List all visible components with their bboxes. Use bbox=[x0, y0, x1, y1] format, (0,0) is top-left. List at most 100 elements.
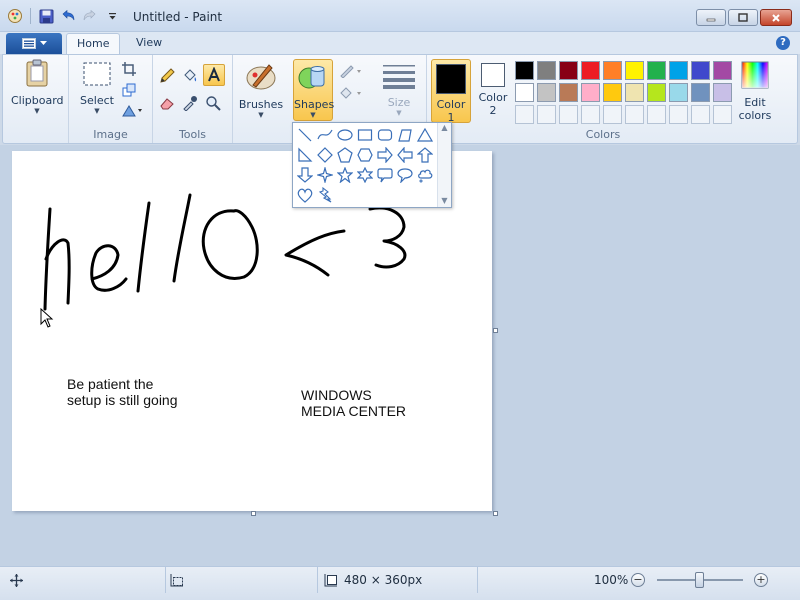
scroll-up-icon[interactable]: ▲ bbox=[438, 123, 451, 132]
color-swatch[interactable] bbox=[647, 105, 666, 124]
shapes-scrollbar[interactable]: ▲ ▼ bbox=[437, 123, 451, 207]
color-swatch[interactable] bbox=[581, 83, 600, 102]
undo-icon[interactable] bbox=[59, 7, 77, 25]
color-swatch[interactable] bbox=[647, 61, 666, 80]
cloud-callout-shape-icon[interactable] bbox=[415, 165, 435, 185]
close-button[interactable] bbox=[760, 9, 792, 26]
color-swatch[interactable] bbox=[537, 61, 556, 80]
edit-colors-line1: Edit bbox=[744, 96, 766, 109]
color-swatch[interactable] bbox=[581, 61, 600, 80]
chevron-down-icon: ▼ bbox=[396, 109, 402, 117]
six-point-star-shape-icon[interactable] bbox=[355, 165, 375, 185]
fill-bucket-icon[interactable] bbox=[180, 66, 200, 86]
tab-home[interactable]: Home bbox=[66, 33, 121, 55]
magnifier-icon[interactable] bbox=[203, 93, 223, 113]
color-swatch[interactable] bbox=[647, 83, 666, 102]
color-swatch[interactable] bbox=[515, 61, 534, 80]
outline-icon[interactable] bbox=[337, 61, 365, 81]
zoom-out-button[interactable]: − bbox=[631, 573, 645, 587]
text-tool-icon[interactable] bbox=[203, 64, 225, 86]
crop-icon[interactable] bbox=[119, 59, 139, 79]
heart-shape-icon[interactable] bbox=[295, 185, 315, 205]
select-button[interactable]: Select ▼ bbox=[75, 61, 119, 115]
color-swatch[interactable] bbox=[625, 83, 644, 102]
color-swatch[interactable] bbox=[669, 105, 688, 124]
rounded-callout-shape-icon[interactable] bbox=[375, 165, 395, 185]
down-arrow-shape-icon[interactable] bbox=[295, 165, 315, 185]
color-swatch[interactable] bbox=[603, 105, 622, 124]
help-icon[interactable]: ? bbox=[776, 36, 790, 50]
color-swatch[interactable] bbox=[515, 83, 534, 102]
select-label: Select bbox=[80, 94, 114, 107]
line-shape-icon[interactable] bbox=[295, 125, 315, 145]
paint-app-icon[interactable] bbox=[6, 7, 24, 25]
zoom-slider-thumb[interactable] bbox=[695, 572, 704, 588]
color1-button[interactable]: Color 1 bbox=[431, 59, 471, 124]
redo-icon[interactable] bbox=[81, 7, 99, 25]
canvas-workspace: Be patient the setup is still going WIND… bbox=[0, 145, 800, 566]
resize-handle-corner[interactable] bbox=[493, 511, 498, 516]
color-swatch[interactable] bbox=[559, 61, 578, 80]
five-point-star-shape-icon[interactable] bbox=[335, 165, 355, 185]
color-swatch[interactable] bbox=[713, 61, 732, 80]
brushes-button[interactable]: Brushes ▼ bbox=[235, 61, 287, 119]
right-triangle-shape-icon[interactable] bbox=[295, 145, 315, 165]
pentagon-shape-icon[interactable] bbox=[335, 145, 355, 165]
rectangle-shape-icon[interactable] bbox=[355, 125, 375, 145]
color-swatch[interactable] bbox=[691, 61, 710, 80]
color-swatch[interactable] bbox=[713, 83, 732, 102]
minimize-button[interactable] bbox=[696, 9, 726, 26]
up-arrow-shape-icon[interactable] bbox=[415, 145, 435, 165]
color-swatch[interactable] bbox=[559, 105, 578, 124]
lightning-shape-icon[interactable] bbox=[315, 185, 335, 205]
right-arrow-shape-icon[interactable] bbox=[375, 145, 395, 165]
four-point-star-shape-icon[interactable] bbox=[315, 165, 335, 185]
diamond-shape-icon[interactable] bbox=[315, 145, 335, 165]
color-swatch[interactable] bbox=[559, 83, 578, 102]
pencil-icon[interactable] bbox=[157, 66, 177, 86]
save-icon[interactable] bbox=[37, 7, 55, 25]
select-rectangle-icon bbox=[83, 62, 111, 86]
maximize-button[interactable] bbox=[728, 9, 758, 26]
color-swatch[interactable] bbox=[603, 61, 622, 80]
color-swatch[interactable] bbox=[581, 105, 600, 124]
left-arrow-shape-icon[interactable] bbox=[395, 145, 415, 165]
rounded-rectangle-shape-icon[interactable] bbox=[375, 125, 395, 145]
oval-shape-icon[interactable] bbox=[335, 125, 355, 145]
tab-view[interactable]: View bbox=[126, 33, 172, 55]
curve-shape-icon[interactable] bbox=[315, 125, 335, 145]
rotate-icon[interactable] bbox=[119, 101, 145, 121]
cursor-position-segment bbox=[0, 567, 166, 593]
resize-handle-bottom[interactable] bbox=[251, 511, 256, 516]
polygon-shape-icon[interactable] bbox=[395, 125, 415, 145]
scroll-down-icon[interactable]: ▼ bbox=[438, 196, 451, 205]
color-swatch[interactable] bbox=[537, 105, 556, 124]
clipboard-button[interactable]: Clipboard ▼ bbox=[11, 59, 64, 115]
color-swatch[interactable] bbox=[713, 105, 732, 124]
color-swatch[interactable] bbox=[691, 83, 710, 102]
color-swatch[interactable] bbox=[537, 83, 556, 102]
paint-menu-button[interactable] bbox=[6, 33, 62, 54]
hexagon-shape-icon[interactable] bbox=[355, 145, 375, 165]
oval-callout-shape-icon[interactable] bbox=[395, 165, 415, 185]
fill-icon[interactable] bbox=[337, 83, 365, 103]
color-swatch[interactable] bbox=[625, 105, 644, 124]
customize-qat-icon[interactable] bbox=[103, 7, 121, 25]
color-swatch[interactable] bbox=[625, 61, 644, 80]
color-picker-icon[interactable] bbox=[180, 93, 200, 113]
eraser-icon[interactable] bbox=[157, 93, 177, 113]
color-swatch[interactable] bbox=[691, 105, 710, 124]
size-button[interactable]: Size ▼ bbox=[379, 63, 419, 117]
color-swatch[interactable] bbox=[515, 105, 534, 124]
color-swatch[interactable] bbox=[669, 83, 688, 102]
resize-icon[interactable] bbox=[119, 80, 139, 100]
canvas-text-wmc: WINDOWS MEDIA CENTER bbox=[301, 387, 406, 419]
color2-button[interactable]: Color 2 bbox=[473, 63, 513, 117]
resize-handle-right[interactable] bbox=[493, 328, 498, 333]
shapes-button[interactable]: Shapes ▼ bbox=[293, 59, 334, 121]
triangle-shape-icon[interactable] bbox=[415, 125, 435, 145]
edit-colors-button[interactable]: Edit colors bbox=[735, 61, 775, 122]
color-swatch[interactable] bbox=[603, 83, 622, 102]
color-swatch[interactable] bbox=[669, 61, 688, 80]
zoom-in-button[interactable]: + bbox=[754, 573, 768, 587]
